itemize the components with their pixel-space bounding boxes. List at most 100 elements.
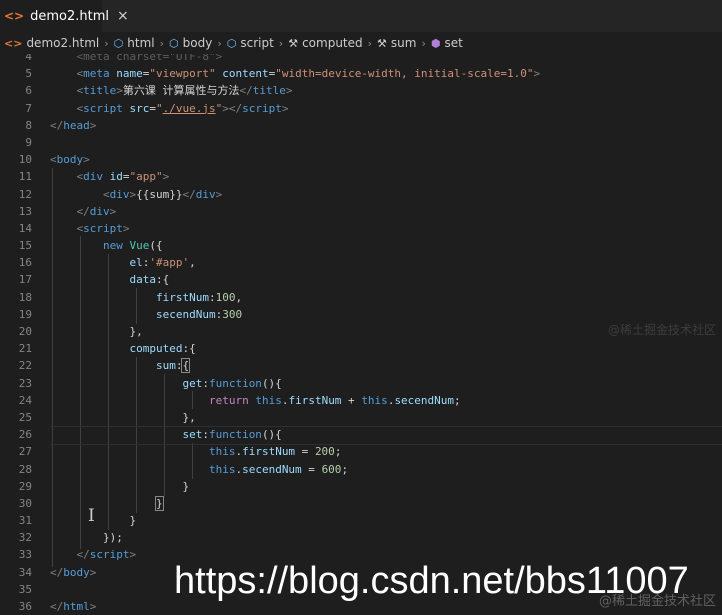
code-token: > — [129, 548, 137, 562]
code-token: script — [83, 221, 123, 235]
code-line[interactable]: <script src="./vue.js"></script> — [50, 100, 722, 117]
breadcrumb-item-html[interactable]: ⬡ html — [114, 36, 155, 50]
breadcrumb-item-sum[interactable]: ⚒ sum — [377, 36, 416, 50]
code-token: = — [301, 462, 322, 476]
code-token: " — [156, 101, 163, 115]
code-token: > — [285, 84, 293, 98]
code-token: > — [281, 101, 289, 115]
code-line[interactable]: data:{ — [50, 271, 722, 288]
breadcrumb-label: script — [240, 36, 274, 50]
code-token: ></ — [222, 101, 243, 115]
watermark-site: @稀土掘金技术社区 — [598, 594, 716, 609]
code-token: </ — [50, 565, 64, 579]
tab-label: demo2.html — [30, 8, 109, 24]
code-token: title — [252, 84, 286, 98]
code-token: html — [63, 600, 90, 613]
breadcrumb-item-demo2-html[interactable]: <> demo2.html — [4, 36, 99, 50]
code-line[interactable]: <body> — [50, 151, 722, 168]
line-number: 21 — [18, 342, 32, 356]
code-line[interactable]: sum:{ — [50, 357, 722, 374]
code-token: title — [83, 84, 117, 98]
code-token: sum — [155, 359, 176, 373]
code-line[interactable]: }); — [50, 529, 722, 546]
code-line[interactable]: set:function(){ — [50, 426, 722, 443]
code-token: > — [533, 67, 541, 81]
tab-demo2-html[interactable]: <> demo2.html × — [0, 0, 129, 32]
code-line[interactable]: firstNum:100, — [50, 289, 722, 306]
code-token: "app" — [129, 170, 163, 184]
line-number: 5 — [25, 67, 32, 81]
code-token: , — [189, 256, 196, 270]
code-line[interactable]: <title>第六课 计算属性与方法</title> — [50, 82, 722, 99]
code-token: ; — [334, 445, 342, 459]
code-area[interactable]: <meta charset="UTF-8"> <meta name="viewp… — [50, 54, 722, 613]
code-token: 100 — [215, 290, 236, 304]
line-number: 23 — [18, 376, 32, 390]
code-line[interactable]: } — [50, 478, 722, 495]
code-token: function — [208, 428, 262, 442]
code-token: body — [63, 565, 90, 579]
vscode-window: <> demo2.html × <> demo2.html › ⬡ html › ⬡ body… — [0, 0, 722, 615]
code-token: {{sum}} — [136, 187, 183, 201]
breadcrumb-label: set — [444, 36, 463, 50]
code-token: } — [155, 495, 164, 511]
code-token: { — [181, 358, 191, 374]
code-line[interactable]: get:function(){ — [50, 375, 722, 392]
code-line[interactable]: el:'#app', — [50, 254, 722, 271]
code-line[interactable]: } — [50, 495, 722, 512]
code-line[interactable]: new Vue({ — [50, 237, 722, 254]
line-number: 30 — [18, 496, 32, 510]
code-line[interactable]: </head> — [50, 117, 722, 134]
code-token: > — [83, 153, 90, 167]
code-line[interactable]: return this.firstNum + this.secendNum; — [50, 392, 722, 409]
line-number: 19 — [18, 307, 32, 321]
line-number: 36 — [18, 600, 32, 613]
code-line[interactable]: this.firstNum = 200; — [50, 443, 722, 460]
code-line[interactable]: <meta charset="UTF-8"> — [50, 54, 722, 65]
code-token: > — [122, 221, 130, 235]
breadcrumb-item-body[interactable]: ⬡ body — [169, 36, 212, 50]
code-line[interactable]: <meta name="viewport" content="width=dev… — [50, 65, 722, 82]
breadcrumb-item-computed[interactable]: ⚒ computed — [288, 36, 362, 50]
cube-icon: ⬡ — [113, 36, 124, 50]
line-number: 16 — [18, 256, 32, 270]
code-token: this — [208, 462, 236, 476]
line-number: 33 — [18, 548, 32, 562]
code-token: </ — [50, 600, 64, 613]
line-number: 25 — [18, 410, 32, 424]
code-token: } — [50, 479, 190, 493]
breadcrumb-item-set[interactable]: ⬢ set — [431, 36, 463, 50]
line-number: 6 — [25, 84, 32, 98]
close-icon[interactable]: × — [117, 8, 129, 24]
line-number: 28 — [18, 462, 32, 476]
code-line[interactable]: <div>{{sum}}</div> — [50, 186, 722, 203]
code-line[interactable]: }, — [50, 409, 722, 426]
code-token: (){ — [261, 428, 282, 442]
code-token: > — [116, 84, 123, 98]
breadcrumb-item-script[interactable]: ⬡ script — [227, 36, 274, 50]
code-line[interactable] — [50, 134, 722, 151]
code-token: > — [89, 118, 97, 132]
code-token: </ — [239, 84, 253, 98]
code-token: 第六课 计算属性与方法 — [122, 84, 240, 98]
code-line[interactable]: this.secendNum = 600; — [50, 461, 722, 478]
code-token: src — [129, 101, 150, 115]
html-file-icon: <> — [4, 36, 23, 50]
code-token: firstNum — [242, 445, 296, 459]
code-line[interactable]: <script> — [50, 220, 722, 237]
code-token: : — [202, 376, 209, 390]
code-token: script — [242, 101, 282, 115]
code-line[interactable]: computed:{ — [50, 340, 722, 357]
code-line[interactable]: } — [50, 512, 722, 529]
code-token: ./vue.js — [162, 101, 216, 115]
code-token: 300 — [222, 307, 243, 321]
code-token: div — [89, 204, 110, 218]
code-line[interactable]: </div> — [50, 203, 722, 220]
code-line[interactable]: <div id="app"> — [50, 168, 722, 185]
